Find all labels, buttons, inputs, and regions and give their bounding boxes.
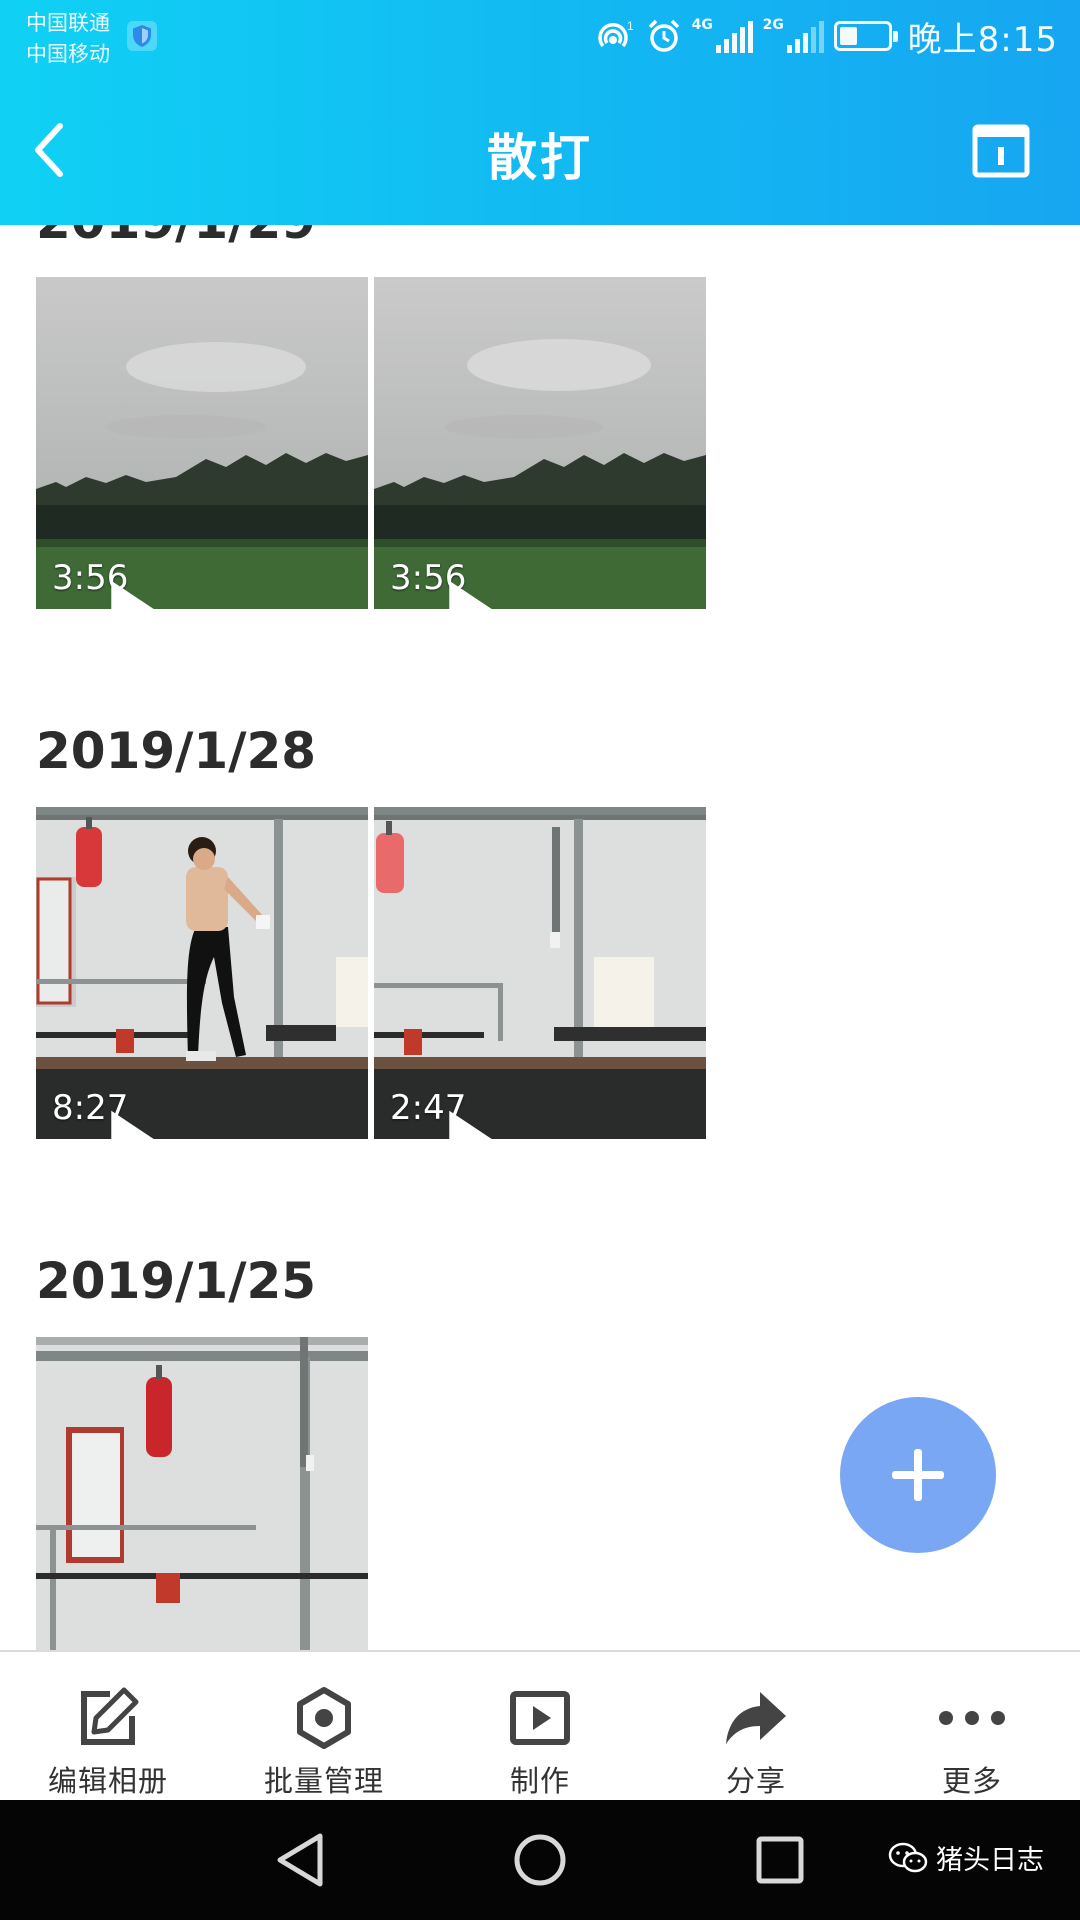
video-duration: 2:47 — [390, 1087, 492, 1139]
hotspot-icon: 1 — [597, 19, 634, 48]
play-icon — [449, 1110, 492, 1139]
hexagon-icon — [297, 1687, 351, 1749]
watermark-text: 猪头日志 — [936, 1845, 1044, 1876]
thumbnail-row: 8:27 2:47 — [36, 807, 706, 1139]
triangle-back-icon — [277, 1833, 323, 1887]
battery-icon — [833, 21, 898, 51]
bottom-toolbar: 编辑相册 批量管理 制作 分享 更多 — [0, 1650, 1080, 1800]
video-thumbnail[interactable]: 3:56 — [36, 277, 368, 609]
date-group: 2019/1/25 — [36, 1249, 1044, 1650]
share-button[interactable]: 分享 — [648, 1652, 864, 1800]
edit-icon — [81, 1687, 139, 1745]
group-date: 2019/1/28 — [36, 722, 317, 780]
thumbnail-row: 3:56 3:56 — [36, 277, 706, 609]
group-date: 2019/1/29 — [36, 225, 1044, 253]
video-thumbnail[interactable]: 2:47 — [374, 807, 706, 1139]
status-icons: 1 4G 2G 晚上8:15 — [596, 14, 1058, 60]
signal-2-icon: 2G — [762, 17, 824, 53]
tool-label: 更多 — [941, 1764, 1002, 1798]
shield-icon — [127, 21, 157, 51]
circle-home-icon — [514, 1834, 566, 1886]
more-button[interactable]: 更多 — [864, 1652, 1080, 1800]
carrier-1: 中国联通 — [26, 11, 110, 35]
tool-label: 编辑相册 — [47, 1764, 168, 1798]
play-icon — [111, 580, 154, 609]
play-icon — [449, 580, 492, 609]
gym-mirror-image — [36, 1337, 368, 1650]
nav-recents-button[interactable] — [748, 1828, 812, 1892]
batch-manage-button[interactable]: 批量管理 — [216, 1652, 432, 1800]
hotspot-badge: 1 — [627, 19, 634, 33]
calendar-button[interactable] — [966, 116, 1036, 186]
tool-label: 分享 — [725, 1764, 786, 1798]
thumbnail-row — [36, 1337, 368, 1650]
watermark: 猪头日志 — [888, 1838, 1044, 1877]
edit-album-button[interactable]: 编辑相册 — [0, 1652, 216, 1800]
system-navbar: 猪头日志 — [0, 1800, 1080, 1920]
nav-back-button[interactable] — [268, 1828, 332, 1892]
group-date: 2019/1/25 — [36, 1252, 317, 1310]
date-group: 2019/1/28 8:27 2:47 — [36, 719, 1044, 1139]
create-button[interactable]: 制作 — [432, 1652, 648, 1800]
add-button[interactable] — [840, 1397, 996, 1553]
nav-home-button[interactable] — [508, 1828, 572, 1892]
tool-label: 制作 — [509, 1764, 570, 1798]
video-thumbnail[interactable] — [36, 1337, 368, 1650]
play-icon — [111, 1110, 154, 1139]
signal-2-label: 2G — [762, 17, 784, 33]
carrier-info: 中国联通 中国移动 — [26, 8, 110, 70]
calendar-icon — [972, 124, 1030, 178]
video-thumbnail[interactable]: 8:27 — [36, 807, 368, 1139]
signal-1-icon: 4G — [691, 17, 753, 53]
video-thumbnail[interactable]: 3:56 — [374, 277, 706, 609]
alarm-icon — [648, 19, 679, 52]
video-duration: 8:27 — [52, 1087, 154, 1139]
share-arrow-icon — [726, 1692, 786, 1744]
play-box-icon — [510, 1691, 570, 1745]
screen: 中国联通 中国移动 1 4G 2G 晚上8:15 散打 3:56 3:56 20… — [0, 0, 1080, 1920]
tool-label: 批量管理 — [263, 1764, 384, 1798]
video-duration: 3:56 — [390, 557, 492, 609]
video-duration: 3:56 — [52, 557, 154, 609]
more-dots-icon — [939, 1711, 1005, 1725]
square-recents-icon — [756, 1836, 804, 1884]
status-time: 晚上8:15 — [907, 19, 1058, 60]
date-group: 2019/1/29 3:56 — [36, 225, 1044, 609]
signal-1-label: 4G — [691, 17, 713, 33]
plus-icon — [892, 1449, 944, 1501]
carrier-2: 中国移动 — [26, 42, 110, 66]
wechat-icon — [888, 1842, 928, 1872]
page-title: 散打 — [487, 129, 593, 187]
header: 中国联通 中国移动 1 4G 2G 晚上8:15 散打 — [0, 0, 1080, 225]
